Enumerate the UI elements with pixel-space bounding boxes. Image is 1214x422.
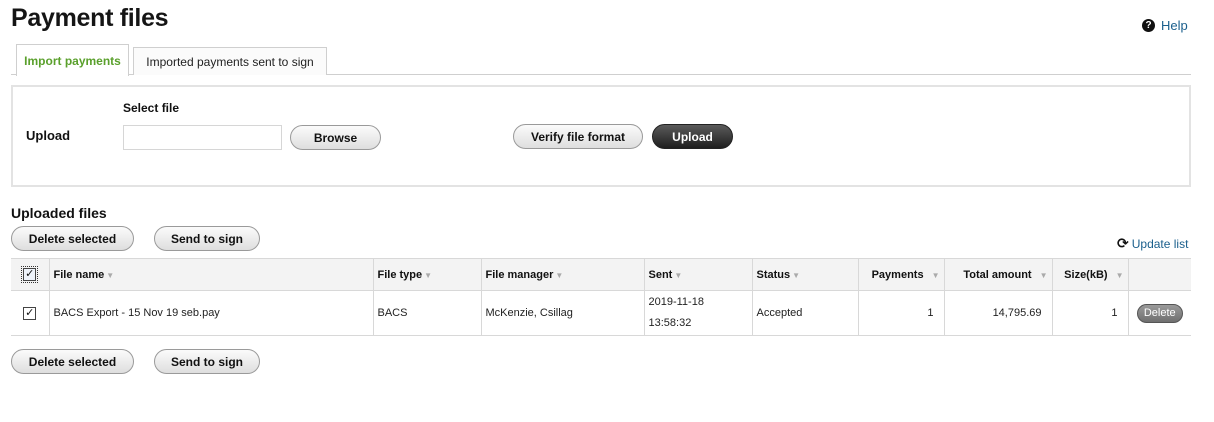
file-path-input[interactable] — [123, 125, 282, 150]
file-type-cell: BACS — [373, 290, 482, 336]
column-header-actions — [1128, 259, 1191, 291]
verify-file-format-button[interactable]: Verify file format — [513, 124, 643, 149]
sort-down-icon: ▼ — [1039, 270, 1048, 280]
delete-row-button[interactable]: Delete — [1136, 303, 1183, 323]
sent-time: 13:58:32 — [648, 317, 692, 329]
help-label: Help — [1161, 18, 1188, 33]
sort-down-icon: ▼ — [1115, 270, 1124, 280]
file-manager-cell: McKenzie, Csillag — [481, 290, 645, 336]
size-cell: 1 — [1052, 290, 1129, 336]
select-all-checkbox[interactable]: ✓ — [21, 266, 39, 283]
total-amount-cell: 14,795.69 — [944, 290, 1053, 336]
sent-cell: 2019-11-18 13:58:32 — [644, 290, 753, 336]
row-actions-cell: Delete — [1128, 291, 1191, 336]
row-select-cell: ✓ — [11, 290, 50, 336]
uploaded-files-table: ✓ File name ▼ File type ▼ File manager ▼ Se… — [11, 258, 1191, 336]
table-header-row: ✓ File name ▼ File type ▼ File manager ▼ Se… — [11, 258, 1191, 291]
refresh-icon: ⟳ — [1117, 235, 1129, 251]
send-to-sign-button-top[interactable]: Send to sign — [154, 226, 260, 251]
select-all-cell: ✓ — [11, 258, 50, 291]
sort-down-icon: ▼ — [931, 270, 940, 280]
delete-selected-button-top[interactable]: Delete selected — [11, 226, 134, 251]
upload-panel: Upload Select file Browse Verify file fo… — [11, 85, 1191, 187]
column-header-total-amount[interactable]: Total amount ▼ — [944, 258, 1053, 291]
uploaded-files-title: Uploaded files — [11, 205, 107, 221]
table-row: ✓ BACS Export - 15 Nov 19 seb.pay BACS M… — [11, 290, 1191, 336]
update-list-label: Update list — [1131, 236, 1189, 251]
tab-imported-payments-sent-to-sign[interactable]: Imported payments sent to sign — [133, 47, 327, 75]
column-header-file-name[interactable]: File name ▼ — [49, 258, 374, 291]
payments-cell: 1 — [858, 290, 945, 336]
file-name-cell: BACS Export - 15 Nov 19 seb.pay — [49, 290, 374, 336]
select-file-label: Select file — [123, 101, 180, 115]
sort-down-icon: ▼ — [674, 270, 683, 280]
tab-bar: Import payments Imported payments sent t… — [11, 44, 1191, 76]
column-header-file-manager[interactable]: File manager ▼ — [481, 258, 645, 291]
column-header-status[interactable]: Status ▼ — [752, 258, 859, 291]
row-checkbox[interactable]: ✓ — [23, 306, 37, 320]
sort-down-icon: ▼ — [424, 270, 433, 280]
send-to-sign-button-bottom[interactable]: Send to sign — [154, 349, 260, 374]
help-link[interactable]: ? Help — [1142, 18, 1188, 33]
column-header-size[interactable]: Size(kB) ▼ — [1052, 258, 1129, 291]
sent-date: 2019-11-18 — [648, 296, 704, 308]
upload-label: Upload — [26, 128, 71, 143]
tab-import-payments[interactable]: Import payments — [16, 44, 129, 76]
upload-button[interactable]: Upload — [652, 124, 733, 149]
sort-down-icon: ▼ — [792, 270, 801, 280]
column-header-file-type[interactable]: File type ▼ — [373, 258, 482, 291]
status-cell: Accepted — [752, 290, 859, 336]
column-header-payments[interactable]: Payments ▼ — [858, 258, 945, 291]
browse-button[interactable]: Browse — [290, 125, 381, 150]
column-header-sent[interactable]: Sent ▼ — [644, 258, 753, 291]
sort-down-icon: ▼ — [555, 270, 564, 280]
update-list-link[interactable]: ⟳ Update list — [1117, 235, 1188, 252]
delete-selected-button-bottom[interactable]: Delete selected — [11, 349, 134, 374]
sort-down-icon: ▼ — [106, 270, 115, 280]
page-title: Payment files — [11, 4, 169, 32]
question-circle-icon: ? — [1142, 19, 1155, 32]
